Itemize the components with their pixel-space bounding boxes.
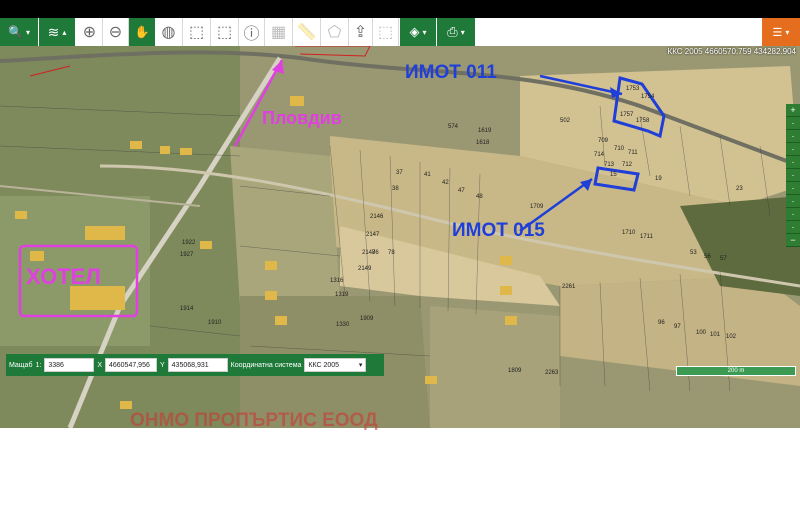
select-rect-alt-icon: ⬚ — [216, 24, 233, 41]
layers-button[interactable]: ≋ ▴ — [39, 18, 75, 46]
hotel-label: ХОТЕЛ — [26, 264, 101, 289]
zoom-control: + · · · · · · · · · − — [786, 104, 800, 247]
upload-button[interactable]: ⇪ — [349, 18, 373, 46]
select-rect-alt-button[interactable]: ⬚ — [211, 18, 239, 46]
zoom-in-button[interactable]: ⊕ — [77, 18, 103, 46]
x-coordinate-field[interactable]: 4660547,956 — [104, 358, 157, 372]
zoom-out-button[interactable]: ⊖ — [103, 18, 129, 46]
pan-button[interactable]: ✋ — [129, 18, 155, 46]
zoom-level-button[interactable]: · — [786, 195, 800, 208]
print-icon: ⎙ — [447, 24, 458, 39]
polygon-icon: ⬠ — [327, 24, 342, 41]
base-layer-button[interactable]: ◈ ▾ — [400, 18, 436, 46]
chevron-down-icon: ▾ — [358, 362, 363, 369]
info-button[interactable]: ⓘ — [239, 18, 265, 46]
zoom-level-button[interactable]: · — [786, 130, 800, 143]
legend-icon: ▦ — [270, 24, 287, 41]
zoom-level-button[interactable]: · — [786, 156, 800, 169]
select-rect-icon: ⬚ — [188, 24, 205, 41]
zoom-level-button[interactable]: · — [786, 221, 800, 234]
print-button[interactable]: ⎙ ▾ — [437, 18, 475, 46]
search-button[interactable]: 🔍 ▾ — [0, 18, 38, 46]
zoom-in-icon: ⊕ — [82, 24, 97, 41]
scale-bar: 200 m — [676, 366, 796, 376]
zoom-level-button[interactable]: · — [786, 169, 800, 182]
imot-011-label: ИМОТ 011 — [405, 62, 497, 83]
search-icon: 🔍 — [8, 25, 23, 39]
clear-selection-icon: ⬚ — [377, 24, 394, 41]
zoom-level-button[interactable]: · — [786, 208, 800, 221]
y-coordinate-field[interactable]: 435068,931 — [167, 358, 228, 372]
coordinate-system-select[interactable]: ККС 2005 ▾ — [304, 358, 367, 372]
scale-input[interactable]: 3386 — [44, 358, 95, 372]
base-layer-icon: ◈ — [409, 24, 420, 39]
globe-button[interactable]: ◍ — [155, 18, 183, 46]
scale-prefix: 1: — [35, 361, 42, 369]
scale-label: Мащаб — [9, 361, 33, 369]
zoom-minus-button[interactable]: − — [786, 234, 800, 247]
info-icon: ⓘ — [243, 26, 260, 43]
clear-selection-button[interactable]: ⬚ — [373, 18, 399, 46]
legend-button[interactable]: ▦ — [265, 18, 293, 46]
coordinate-panel: Мащаб 1: 3386 X 4660547,956 Y 435068,931… — [6, 354, 384, 376]
polygon-button[interactable]: ⬠ — [321, 18, 349, 46]
ruler-icon: 📏 — [296, 24, 317, 41]
globe-icon: ◍ — [161, 24, 176, 41]
top-black-bar — [0, 0, 800, 18]
y-label: Y — [159, 361, 165, 369]
layers-icon: ≋ — [47, 23, 60, 40]
watermark: ОНМО ПРОПЪРТИС ЕООД — [130, 410, 378, 431]
pan-hand-icon: ✋ — [134, 25, 150, 39]
zoom-out-icon: ⊖ — [108, 24, 123, 41]
zoom-level-button[interactable]: · — [786, 117, 800, 130]
map-toolbar: 🔍 ▾ ≋ ▴ ⊕ ⊖ ✋ ◍ ⬚ ⬚ ⓘ ▦ 📏 ⬠ ⇪ ⬚ ◈ ▾ ⎙ ▾ ☰ ▾ — [0, 18, 800, 46]
upload-icon: ⇪ — [353, 24, 368, 41]
user-menu-button[interactable]: ☰ ▾ — [762, 18, 800, 46]
ruler-button[interactable]: 📏 — [293, 18, 321, 46]
zoom-level-button[interactable]: · — [786, 182, 800, 195]
coordinate-readout: ККС 2005 4660570.759 434282.904 — [667, 47, 796, 56]
coordinate-system-label: Координатна система — [230, 361, 302, 369]
user-menu-icon: ☰ — [772, 26, 783, 39]
select-rect-button[interactable]: ⬚ — [183, 18, 211, 46]
plovdiv-label: Пловдив — [262, 108, 342, 128]
zoom-level-button[interactable]: · — [786, 143, 800, 156]
x-label: X — [97, 361, 102, 369]
zoom-plus-button[interactable]: + — [786, 104, 800, 117]
coordinate-system-value: ККС 2005 — [308, 361, 340, 369]
imot-015-label: ИМОТ 015 — [452, 220, 545, 241]
